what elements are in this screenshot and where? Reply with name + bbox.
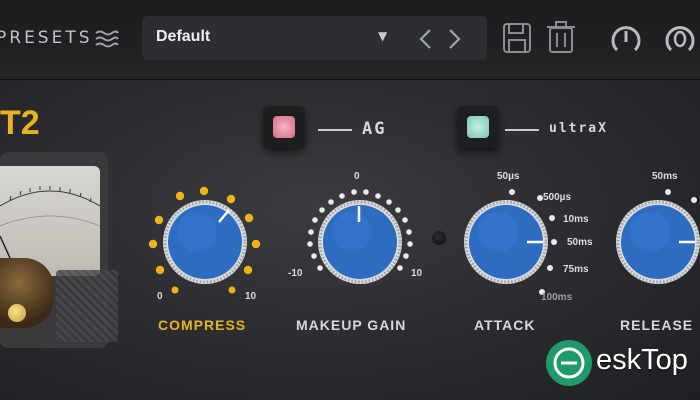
attack-value-5: 75ms <box>563 264 589 275</box>
attack-value-6: 100ms <box>541 292 573 303</box>
presets-label: PRESETS <box>0 28 93 48</box>
vu-grille <box>56 270 118 342</box>
compress-min: 0 <box>157 291 163 302</box>
ultrax-label: ultraX <box>549 121 608 136</box>
ag-switch[interactable] <box>263 106 305 148</box>
ag-label: AG <box>362 119 387 139</box>
brand-logo: T2 <box>0 104 40 142</box>
compress-max: 10 <box>245 291 257 302</box>
power-icon[interactable] <box>608 22 644 58</box>
chevron-down-icon[interactable]: ▼ <box>378 29 387 43</box>
makeup-gain-label: MAKEUP GAIN <box>296 317 407 333</box>
vu-lamp <box>0 258 54 328</box>
trash-icon[interactable] <box>546 20 576 54</box>
attack-value-1: 50µs <box>497 171 520 182</box>
bypass-icon[interactable] <box>662 22 698 58</box>
arrow-right-icon[interactable] <box>446 27 464 51</box>
watermark-logo-icon <box>546 340 592 386</box>
release-label: RELEASE <box>620 317 694 333</box>
ultrax-led <box>467 116 489 138</box>
top-bar: PRESETS Default ▼ <box>0 0 700 80</box>
makeup-max: 10 <box>411 268 423 279</box>
screw-icon <box>8 304 26 322</box>
compress-knob[interactable] <box>145 182 265 302</box>
ultrax-line <box>505 129 539 131</box>
arrow-left-icon[interactable] <box>416 27 434 51</box>
makeup-min: -10 <box>288 268 303 279</box>
save-icon[interactable] <box>502 22 532 54</box>
compress-label: COMPRESS <box>158 317 247 333</box>
release-value-1: 50ms <box>652 171 678 182</box>
preset-name: Default <box>156 28 211 45</box>
makeup-center: 0 <box>354 171 360 182</box>
makeup-gain-knob[interactable] <box>300 182 420 302</box>
watermark-text: eskTop <box>596 344 688 376</box>
hamburger-icon[interactable] <box>94 28 120 50</box>
preset-selector[interactable]: Default ▼ <box>142 16 487 60</box>
ag-led <box>273 116 295 138</box>
attack-value-3: 10ms <box>563 214 589 225</box>
indicator-dot <box>432 231 446 245</box>
ultrax-switch[interactable] <box>457 106 499 148</box>
attack-value-4: 50ms <box>567 237 593 248</box>
attack-value-2: 500µs <box>543 192 572 203</box>
attack-label: ATTACK <box>474 317 536 333</box>
ag-line <box>318 129 352 131</box>
release-knob[interactable] <box>606 182 700 302</box>
